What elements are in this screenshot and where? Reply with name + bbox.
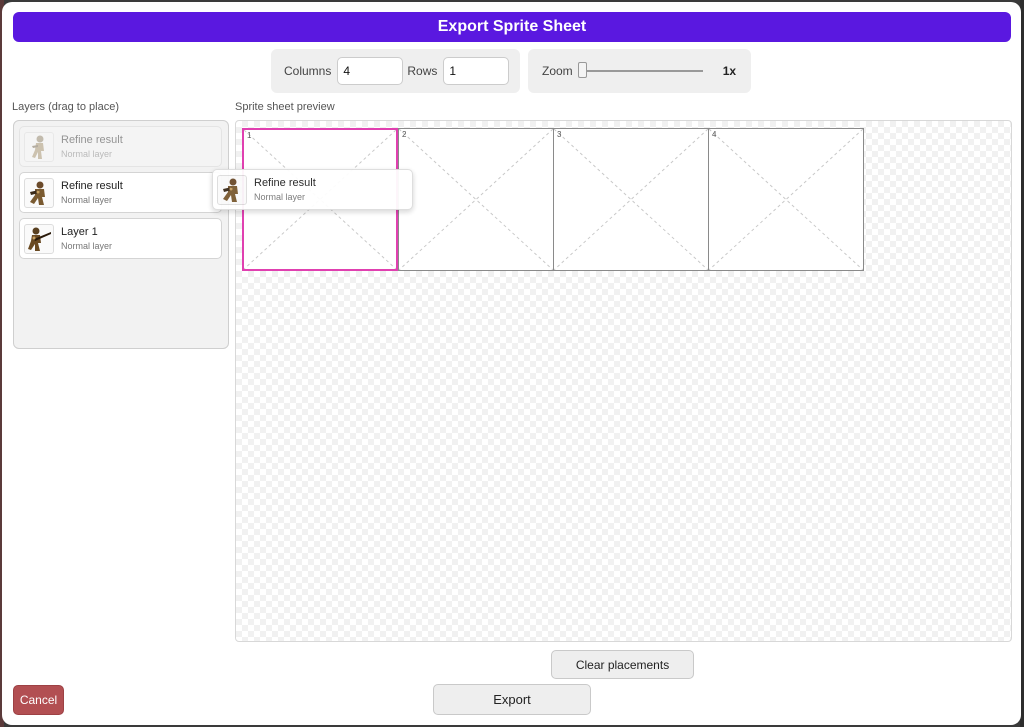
layer-type: Normal layer — [61, 241, 113, 251]
grid-controls: Columns 4 Rows 1 — [271, 49, 520, 93]
zoom-value: 1x — [722, 64, 737, 78]
layer-name: Refine result — [61, 134, 123, 146]
sprite-cell-2[interactable]: 2 — [398, 128, 554, 271]
dialog-title: Export Sprite Sheet — [13, 12, 1011, 42]
layers-panel: Refine result Normal layer Refine result… — [13, 120, 229, 349]
layer-item-refine-result[interactable]: Refine result Normal layer — [19, 172, 222, 213]
layer-item-layer-1[interactable]: Layer 1 Normal layer — [19, 218, 222, 259]
columns-label: Columns — [284, 64, 332, 78]
zoom-label: Zoom — [542, 64, 573, 78]
sprite-cell-4[interactable]: 4 — [708, 128, 864, 271]
sprite-soldier-icon — [217, 174, 247, 205]
layer-item-refine-result-placeholder[interactable]: Refine result Normal layer — [19, 126, 222, 167]
rows-input[interactable]: 1 — [443, 57, 510, 85]
sprite-soldier-rifle-icon — [24, 223, 54, 254]
cell-number: 4 — [712, 130, 717, 139]
zoom-controls: Zoom 1x — [528, 49, 751, 93]
cell-number: 1 — [247, 131, 252, 140]
sprite-cell-3[interactable]: 3 — [553, 128, 709, 271]
cell-number: 2 — [402, 130, 407, 139]
layer-type: Normal layer — [61, 149, 113, 159]
cell-number: 3 — [557, 130, 562, 139]
cancel-button[interactable]: Cancel — [13, 685, 64, 715]
layer-type: Normal layer — [254, 192, 306, 202]
export-dialog: Export Sprite Sheet Columns 4 Rows 1 Zoo… — [2, 2, 1021, 725]
zoom-slider[interactable] — [577, 62, 703, 78]
rows-label: Rows — [407, 64, 438, 78]
layer-name: Refine result — [61, 180, 123, 192]
layers-heading: Layers (drag to place) — [12, 101, 119, 113]
layer-name: Refine result — [254, 177, 316, 189]
drag-ghost-layer: Refine result Normal layer — [212, 169, 413, 210]
zoom-slider-thumb[interactable] — [577, 62, 587, 78]
clear-placements-button[interactable]: Clear placements — [551, 650, 694, 679]
sprite-soldier-icon — [24, 131, 54, 162]
layer-name: Layer 1 — [61, 226, 98, 238]
sprite-soldier-icon — [24, 177, 54, 208]
columns-input[interactable]: 4 — [337, 57, 404, 85]
layer-type: Normal layer — [61, 195, 113, 205]
preview-heading: Sprite sheet preview — [235, 101, 335, 113]
export-button[interactable]: Export — [433, 684, 591, 715]
